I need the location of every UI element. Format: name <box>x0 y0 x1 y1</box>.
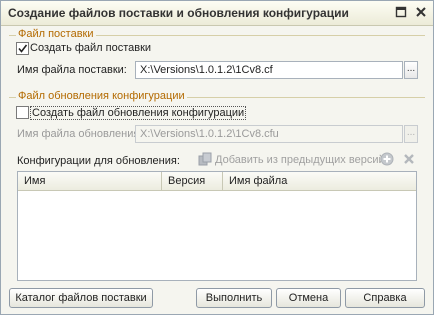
delivery-group-title: Файл поставки <box>16 28 96 40</box>
column-header-version[interactable]: Версия <box>162 172 223 190</box>
update-file-label: Имя файла обновления: <box>17 128 143 140</box>
delivery-file-label: Имя файла поставки: <box>17 64 127 76</box>
add-from-previous-button[interactable]: Добавить из предыдущих версий <box>215 154 385 166</box>
create-update-checkbox[interactable] <box>16 106 29 119</box>
update-file-group: Файл обновления конфигурации <box>9 90 425 102</box>
delivery-browse-button[interactable]: ... <box>404 61 418 79</box>
title-bar: Создание файлов поставки и обновления ко… <box>1 1 433 26</box>
table-header: Имя Версия Имя файла <box>18 172 416 191</box>
column-header-filename[interactable]: Имя файла <box>223 172 416 190</box>
maximize-icon[interactable] <box>394 5 408 19</box>
dialog-window: Создание файлов поставки и обновления ко… <box>0 0 434 315</box>
update-file-input[interactable]: X:\Versions\1.0.1.2\1Cv8.cfu <box>135 125 403 143</box>
add-icon[interactable] <box>380 152 394 169</box>
catalog-button[interactable]: Каталог файлов поставки <box>9 288 153 308</box>
delivery-file-input[interactable]: X:\Versions\1.0.1.2\1Cv8.cf <box>135 61 403 79</box>
cancel-button[interactable]: Отмена <box>276 288 341 308</box>
create-delivery-label[interactable]: Создать файл поставки <box>30 42 151 54</box>
window-title: Создание файлов поставки и обновления ко… <box>8 6 349 20</box>
delete-icon[interactable] <box>402 152 416 169</box>
configs-table[interactable]: Имя Версия Имя файла <box>17 171 417 281</box>
create-update-label[interactable]: Создать файл обновления конфигурации <box>30 106 247 120</box>
column-header-name[interactable]: Имя <box>18 172 162 190</box>
delivery-file-group: Файл поставки <box>9 28 425 40</box>
create-delivery-checkbox[interactable] <box>16 42 29 55</box>
help-button[interactable]: Справка <box>345 288 425 308</box>
configs-label: Конфигурации для обновления: <box>17 155 180 167</box>
close-icon[interactable] <box>414 5 428 19</box>
update-browse-button[interactable]: ... <box>404 125 418 143</box>
add-from-previous-icon <box>198 152 212 169</box>
run-button[interactable]: Выполнить <box>196 288 272 308</box>
update-group-title: Файл обновления конфигурации <box>16 90 187 102</box>
